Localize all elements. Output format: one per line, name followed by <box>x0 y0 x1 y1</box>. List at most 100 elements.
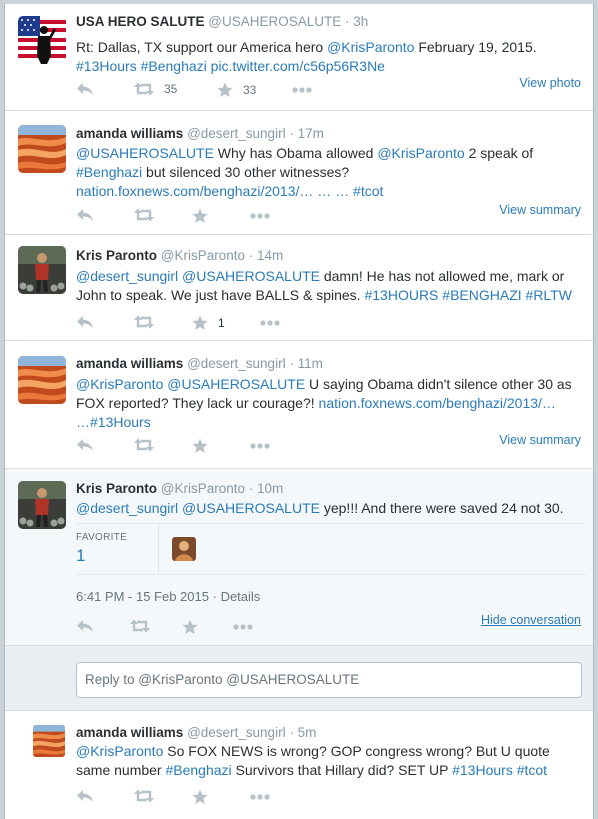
favorite-count[interactable]: 1 <box>218 316 225 330</box>
retweet-button[interactable] <box>134 315 154 329</box>
tweet-link[interactable]: #13Hours <box>90 414 151 430</box>
tweet-link[interactable]: @USAHEROSALUTE <box>182 268 320 284</box>
retweet-icon <box>134 789 154 803</box>
tweet-link[interactable]: nation.foxnews.com/benghazi/2013/… … … <box>76 183 353 199</box>
tweet-link[interactable]: #RLTW <box>526 287 572 303</box>
retweet-button[interactable] <box>134 789 154 803</box>
retweet-button[interactable] <box>134 208 154 222</box>
reply-button[interactable] <box>76 789 94 803</box>
more-dots-icon <box>250 794 270 800</box>
tweet-link[interactable]: pic.twitter.com/c56p56R3Ne <box>211 58 385 74</box>
tweet-text-segment: same number <box>76 762 166 778</box>
reply-input[interactable]: Reply to @KrisParonto @USAHEROSALUTE <box>76 662 582 698</box>
author-name[interactable]: Kris Paronto <box>76 248 157 263</box>
tweet-link[interactable]: @KrisParonto <box>76 376 163 392</box>
view-summary-link[interactable]: View summary <box>499 433 581 447</box>
more-button[interactable] <box>233 624 253 630</box>
tweet-link[interactable]: @USAHEROSALUTE <box>182 500 320 516</box>
tweet-link[interactable]: #Benghazi <box>76 164 142 180</box>
reply-button[interactable] <box>76 619 94 633</box>
tweet-actions: 1 <box>76 315 376 335</box>
canyon-avatar[interactable] <box>33 725 65 757</box>
tweet-time[interactable]: · 14m <box>249 248 284 263</box>
tweet-time[interactable]: · 3h <box>345 14 368 29</box>
canyon-avatar[interactable] <box>18 125 66 173</box>
author-handle[interactable]: @KrisParonto <box>161 248 245 263</box>
tweet-text: @desert_sungirl @USAHEROSALUTE damn! He … <box>76 267 583 305</box>
author-handle[interactable]: @desert_sungirl <box>187 356 286 371</box>
favorite-button[interactable] <box>192 438 208 454</box>
tweet-link[interactable]: @KrisParonto <box>327 39 414 55</box>
author-name[interactable]: amanda williams <box>76 725 183 740</box>
favorite-button[interactable] <box>182 619 198 635</box>
tweet-link[interactable]: #tcot <box>353 183 383 199</box>
tweet-link[interactable]: @USAHEROSALUTE <box>167 376 305 392</box>
reply-button[interactable] <box>76 82 94 96</box>
tweet-link[interactable]: @desert_sungirl <box>76 268 178 284</box>
tweet-link[interactable]: #Benghazi <box>165 762 231 778</box>
canyon-avatar[interactable] <box>18 356 66 404</box>
favorite-button[interactable]: 33 <box>217 82 256 98</box>
favorite-count[interactable]: 33 <box>243 83 256 97</box>
more-dots-icon <box>250 213 270 219</box>
reply-button[interactable] <box>76 438 94 452</box>
tweet-desert-sungirl-1[interactable]: amanda williams @desert_sungirl · 17m @U… <box>5 111 593 235</box>
reply-button[interactable] <box>76 315 94 329</box>
tweet-link[interactable]: @KrisParonto <box>76 743 163 759</box>
tweet-link[interactable]: #BENGHAZI <box>442 287 521 303</box>
tweet-krisparonto-expanded[interactable]: Kris Paronto @KrisParonto · 10m @desert_… <box>5 469 593 646</box>
tweet-time[interactable]: · 10m <box>249 481 284 496</box>
view-photo-link[interactable]: View photo <box>519 76 581 90</box>
favoriter-avatar[interactable] <box>172 537 196 561</box>
tweet-link[interactable]: #13Hours <box>76 58 137 74</box>
runner-avatar[interactable] <box>18 481 66 529</box>
hide-conversation-link[interactable]: Hide conversation <box>481 613 581 627</box>
tweet-link[interactable]: @USAHEROSALUTE <box>76 145 214 161</box>
tweet-link[interactable]: @desert_sungirl <box>76 500 178 516</box>
retweet-button[interactable] <box>130 619 150 633</box>
tweet-link[interactable]: #Benghazi <box>141 58 207 74</box>
author-name[interactable]: amanda williams <box>76 356 183 371</box>
author-handle[interactable]: @desert_sungirl <box>187 126 286 141</box>
favorite-button[interactable]: 1 <box>192 315 225 331</box>
tweet-time[interactable]: · 5m <box>289 725 316 740</box>
tweet-desert-sungirl-2[interactable]: amanda williams @desert_sungirl · 11m @K… <box>5 341 593 469</box>
author-handle[interactable]: @KrisParonto <box>161 481 245 496</box>
runner-avatar[interactable] <box>18 246 66 294</box>
favorite-button[interactable] <box>192 208 208 224</box>
more-button[interactable] <box>250 213 270 219</box>
view-summary-link[interactable]: View summary <box>499 203 581 217</box>
tweet-link[interactable]: #13Hours <box>452 762 513 778</box>
favorite-star-icon <box>192 438 208 453</box>
favorite-button[interactable] <box>192 789 208 805</box>
author-handle[interactable]: @USAHEROSALUTE <box>208 14 341 29</box>
retweet-count[interactable]: 35 <box>164 82 177 96</box>
tweet-usaherosalute[interactable]: USA HERO SALUTE @USAHEROSALUTE · 3h Rt: … <box>5 4 593 111</box>
full-timestamp[interactable]: 6:41 PM - 15 Feb 2015 <box>76 589 209 604</box>
author-handle[interactable]: @desert_sungirl <box>187 725 286 740</box>
favorite-count-large[interactable]: 1 <box>76 546 85 566</box>
details-link[interactable]: Details <box>221 589 261 604</box>
retweet-button[interactable] <box>134 438 154 452</box>
more-button[interactable] <box>250 443 270 449</box>
more-button[interactable] <box>260 320 280 326</box>
hero-salute-avatar[interactable] <box>18 16 66 64</box>
more-button[interactable] <box>250 794 270 800</box>
tweet-krisparonto-1[interactable]: Kris Paronto @KrisParonto · 14m @desert_… <box>5 235 593 341</box>
reply-button[interactable] <box>76 208 94 222</box>
tweet-text-segment: Rt: Dallas, TX support our America hero <box>76 39 328 55</box>
tweet-link[interactable]: #13HOURS <box>364 287 438 303</box>
retweet-button[interactable]: 35 <box>134 82 177 96</box>
tweet-link[interactable]: @KrisParonto <box>377 145 464 161</box>
author-name[interactable]: USA HERO SALUTE <box>76 14 205 29</box>
tweet-time[interactable]: · 11m <box>289 356 323 371</box>
favorite-star-icon <box>217 82 233 97</box>
tweet-link[interactable]: … <box>76 414 90 430</box>
author-name[interactable]: amanda williams <box>76 126 183 141</box>
author-name[interactable]: Kris Paronto <box>76 481 157 496</box>
tweet-link[interactable]: nation.foxnews.com/benghazi/2013/… <box>319 395 556 411</box>
tweet-desert-sungirl-3[interactable]: amanda williams @desert_sungirl · 5m @Kr… <box>5 711 593 819</box>
tweet-time[interactable]: · 17m <box>289 126 324 141</box>
more-button[interactable] <box>292 87 312 93</box>
tweet-link[interactable]: #tcot <box>517 762 547 778</box>
